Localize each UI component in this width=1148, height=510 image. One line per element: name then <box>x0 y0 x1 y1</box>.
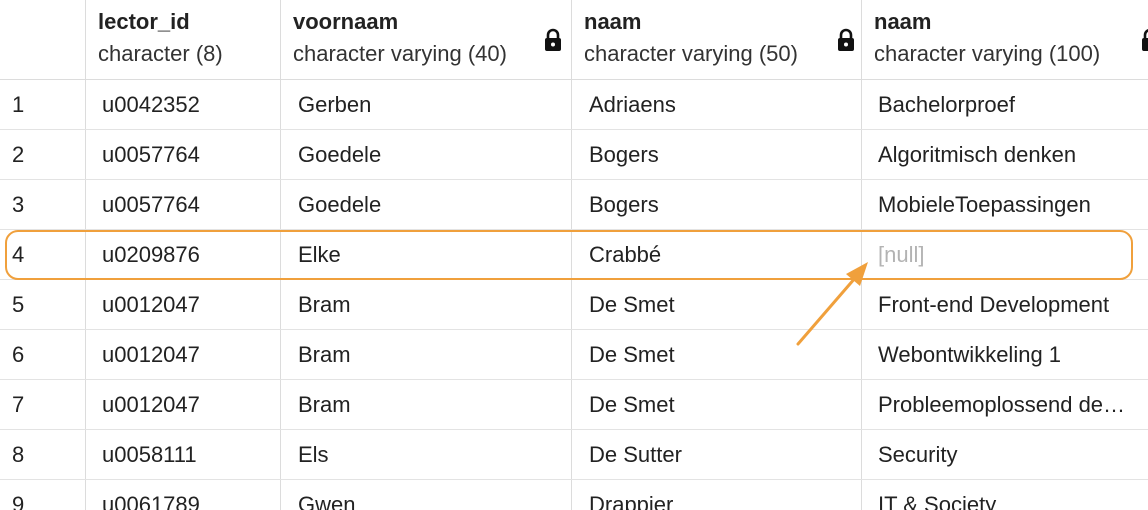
cell-lector-id[interactable]: u0012047 <box>86 330 281 379</box>
cell-naam-2-null[interactable]: [null] <box>862 230 1148 279</box>
lock-icon <box>838 28 854 51</box>
cell-naam[interactable]: Bogers <box>572 130 862 179</box>
table-row[interactable]: 3 u0057764 Goedele Bogers MobieleToepass… <box>0 180 1148 230</box>
cell-voornaam[interactable]: Bram <box>281 380 572 429</box>
table-row[interactable]: 1 u0042352 Gerben Adriaens Bachelorproef <box>0 80 1148 130</box>
cell-naam-2[interactable]: IT & Society <box>862 480 1148 510</box>
column-header-voornaam[interactable]: voornaam character varying (40) <box>281 0 572 79</box>
data-output-grid: lector_id character (8) voornaam charact… <box>0 0 1148 510</box>
table-row[interactable]: 7 u0012047 Bram De Smet Probleemoplossen… <box>0 380 1148 430</box>
cell-naam-2[interactable]: Front-end Development <box>862 280 1148 329</box>
row-number[interactable]: 3 <box>0 180 86 229</box>
cell-naam[interactable]: De Smet <box>572 330 862 379</box>
cell-naam[interactable]: De Sutter <box>572 430 862 479</box>
row-number[interactable]: 7 <box>0 380 86 429</box>
cell-naam[interactable]: Crabbé <box>572 230 862 279</box>
row-number[interactable]: 6 <box>0 330 86 379</box>
row-number[interactable]: 8 <box>0 430 86 479</box>
row-number[interactable]: 1 <box>0 80 86 129</box>
cell-lector-id[interactable]: u0061789 <box>86 480 281 510</box>
cell-voornaam[interactable]: Els <box>281 430 572 479</box>
column-name: naam <box>584 9 642 34</box>
lock-icon <box>1142 29 1148 51</box>
cell-lector-id[interactable]: u0209876 <box>86 230 281 279</box>
lock-icon <box>545 28 561 51</box>
cell-naam-2[interactable]: Bachelorproef <box>862 80 1148 129</box>
column-type: character varying (40) <box>293 41 507 66</box>
column-name: lector_id <box>98 9 190 34</box>
cell-naam[interactable]: De Smet <box>572 280 862 329</box>
row-number[interactable]: 9 <box>0 480 86 510</box>
row-number[interactable]: 2 <box>0 130 86 179</box>
column-type: character varying (50) <box>584 41 798 66</box>
column-header-naam[interactable]: naam character varying (50) <box>572 0 862 79</box>
row-number[interactable]: 4 <box>0 230 86 279</box>
cell-naam-2[interactable]: Probleemoplossend de… <box>862 380 1148 429</box>
cell-voornaam[interactable]: Gerben <box>281 80 572 129</box>
cell-naam-2[interactable]: Security <box>862 430 1148 479</box>
column-type: character varying (100) <box>874 41 1101 66</box>
cell-naam[interactable]: Adriaens <box>572 80 862 129</box>
column-name: naam <box>874 9 932 34</box>
cell-voornaam[interactable]: Bram <box>281 280 572 329</box>
cell-voornaam[interactable]: Elke <box>281 230 572 279</box>
cell-voornaam[interactable]: Gwen <box>281 480 572 510</box>
cell-lector-id[interactable]: u0057764 <box>86 130 281 179</box>
cell-naam[interactable]: De Smet <box>572 380 862 429</box>
cell-lector-id[interactable]: u0012047 <box>86 380 281 429</box>
cell-voornaam[interactable]: Goedele <box>281 130 572 179</box>
column-header-lector-id[interactable]: lector_id character (8) <box>86 0 281 79</box>
cell-lector-id[interactable]: u0012047 <box>86 280 281 329</box>
column-header-naam-2[interactable]: naam character varying (100) <box>862 0 1148 79</box>
cell-naam[interactable]: Bogers <box>572 180 862 229</box>
cell-naam-2[interactable]: Webontwikkeling 1 <box>862 330 1148 379</box>
row-number-header[interactable] <box>0 0 86 79</box>
cell-lector-id[interactable]: u0057764 <box>86 180 281 229</box>
cell-naam-2[interactable]: Algoritmisch denken <box>862 130 1148 179</box>
table-row[interactable]: 9 u0061789 Gwen Drappier IT & Society <box>0 480 1148 510</box>
table-row[interactable]: 8 u0058111 Els De Sutter Security <box>0 430 1148 480</box>
cell-voornaam[interactable]: Bram <box>281 330 572 379</box>
table-row[interactable]: 5 u0012047 Bram De Smet Front-end Develo… <box>0 280 1148 330</box>
table-row[interactable]: 2 u0057764 Goedele Bogers Algoritmisch d… <box>0 130 1148 180</box>
cell-lector-id[interactable]: u0042352 <box>86 80 281 129</box>
column-type: character (8) <box>98 41 223 66</box>
cell-lector-id[interactable]: u0058111 <box>86 430 281 479</box>
cell-naam-2[interactable]: MobieleToepassingen <box>862 180 1148 229</box>
table-row[interactable]: 6 u0012047 Bram De Smet Webontwikkeling … <box>0 330 1148 380</box>
cell-naam[interactable]: Drappier <box>572 480 862 510</box>
null-value: [null] <box>878 241 925 267</box>
column-header-row: lector_id character (8) voornaam charact… <box>0 0 1148 80</box>
row-number[interactable]: 5 <box>0 280 86 329</box>
table-row[interactable]: 4 u0209876 Elke Crabbé [null] <box>0 230 1148 280</box>
column-name: voornaam <box>293 9 399 34</box>
cell-voornaam[interactable]: Goedele <box>281 180 572 229</box>
